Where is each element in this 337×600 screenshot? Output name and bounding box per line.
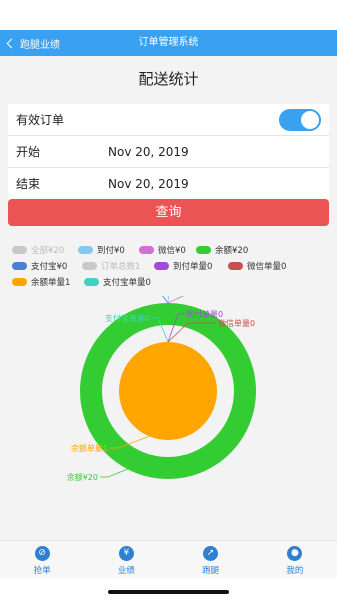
legend-swatch <box>12 246 27 254</box>
tab-performance[interactable]: ¥ 业绩 <box>84 541 168 578</box>
end-date-value[interactable]: Nov 20, 2019 <box>108 168 189 200</box>
inner-pie-slice <box>119 342 217 440</box>
tab-mine[interactable]: ● 我的 <box>253 541 337 578</box>
tab-bar: ⊘ 抢单 ¥ 业绩 ➚ 跑腿 ● 我的 <box>0 540 337 578</box>
page-title: 配送统计 <box>138 70 199 88</box>
legend-label: 余额¥20 <box>215 246 249 256</box>
legend-item-order-total[interactable]: 订单总数1 <box>82 260 140 272</box>
legend-label: 微信单量0 <box>247 262 287 272</box>
toggle-knob <box>301 111 319 129</box>
legend-item-wechat[interactable]: 微信¥0 <box>139 244 186 256</box>
legend-item-alipay-count[interactable]: 支付宝单量0 <box>84 276 151 288</box>
start-date-row[interactable]: 开始 Nov 20, 2019 <box>8 136 329 168</box>
nav-bar: 跑腿业绩 订单管理系统 <box>0 30 337 56</box>
legend-label: 到付单量0 <box>173 262 213 272</box>
tab-label: 跑腿 <box>202 566 220 576</box>
data-label: 余额¥20 <box>67 472 98 482</box>
performance-icon: ¥ <box>118 546 134 561</box>
nav-title: 订单管理系统 <box>138 37 199 48</box>
legend-label: 订单总数1 <box>101 262 141 272</box>
grab-order-icon: ⊘ <box>34 546 50 561</box>
legend-label: 支付宝¥0 <box>31 262 68 272</box>
home-indicator <box>108 590 229 594</box>
legend-item-wechat-count[interactable]: 微信单量0 <box>228 260 286 272</box>
legend-item-cod-count[interactable]: 到付单量0 <box>154 260 212 272</box>
query-button[interactable]: 查询 <box>8 199 329 226</box>
legend-swatch <box>228 262 243 270</box>
legend-swatch <box>12 262 27 270</box>
legend-item-all[interactable]: 全部¥20 <box>12 244 64 256</box>
legend-item-alipay[interactable]: 支付宝¥0 <box>12 260 67 272</box>
valid-orders-label: 有效订单 <box>16 113 65 127</box>
leader-line <box>167 288 224 304</box>
legend-swatch <box>196 246 211 254</box>
data-label: 微信单量0 <box>218 318 255 328</box>
legend-item-balance[interactable]: 余额¥20 <box>196 244 248 256</box>
legend-item-cod[interactable]: 到付¥0 <box>78 244 125 256</box>
legend-label: 余额单量1 <box>31 278 71 288</box>
legend-swatch <box>139 246 154 254</box>
tab-errand[interactable]: ➚ 跑腿 <box>169 541 253 578</box>
tab-label: 我的 <box>286 566 304 576</box>
data-label: 支付宝单量0 <box>105 313 150 323</box>
legend-swatch <box>82 262 97 270</box>
chart-svg: 支付宝¥0到付¥0微信¥0支付宝单量0到付单量0微信单量0余额单量1余额¥20 <box>67 272 256 482</box>
end-label: 结束 <box>16 177 41 191</box>
legend-label: 全部¥20 <box>31 246 65 256</box>
data-label: 到付单量0 <box>186 309 223 319</box>
delivery-pie-chart: 支付宝¥0到付¥0微信¥0支付宝单量0到付单量0微信单量0余额单量1余额¥20 <box>0 272 337 546</box>
start-label: 开始 <box>16 145 41 159</box>
filter-form: 有效订单 开始 Nov 20, 2019 结束 Nov 20, 2019 <box>8 104 329 200</box>
legend-swatch <box>78 246 93 254</box>
start-date-value[interactable]: Nov 20, 2019 <box>108 136 189 168</box>
tab-grab-order[interactable]: ⊘ 抢单 <box>0 541 84 578</box>
content-area: 配送统计 有效订单 开始 Nov 20, 2019 结束 Nov 20, 201… <box>0 56 337 540</box>
valid-orders-row: 有效订单 <box>8 104 329 136</box>
user-icon: ● <box>287 546 303 561</box>
tab-label: 业绩 <box>117 566 135 576</box>
leader-line <box>146 282 169 304</box>
legend-swatch <box>12 278 27 286</box>
tab-label: 抢单 <box>33 566 51 576</box>
legend-label: 微信¥0 <box>158 246 186 256</box>
legend-label: 到付¥0 <box>97 246 125 256</box>
end-date-row[interactable]: 结束 Nov 20, 2019 <box>8 168 329 200</box>
legend-label: 支付宝单量0 <box>103 278 151 288</box>
legend-swatch <box>154 262 169 270</box>
legend-item-balance-count[interactable]: 余额单量1 <box>12 276 70 288</box>
valid-orders-toggle[interactable] <box>279 109 321 131</box>
legend-swatch <box>84 278 99 286</box>
compass-icon: ➚ <box>203 546 219 561</box>
data-label: 余额单量1 <box>71 443 108 453</box>
leader-line <box>100 468 129 478</box>
